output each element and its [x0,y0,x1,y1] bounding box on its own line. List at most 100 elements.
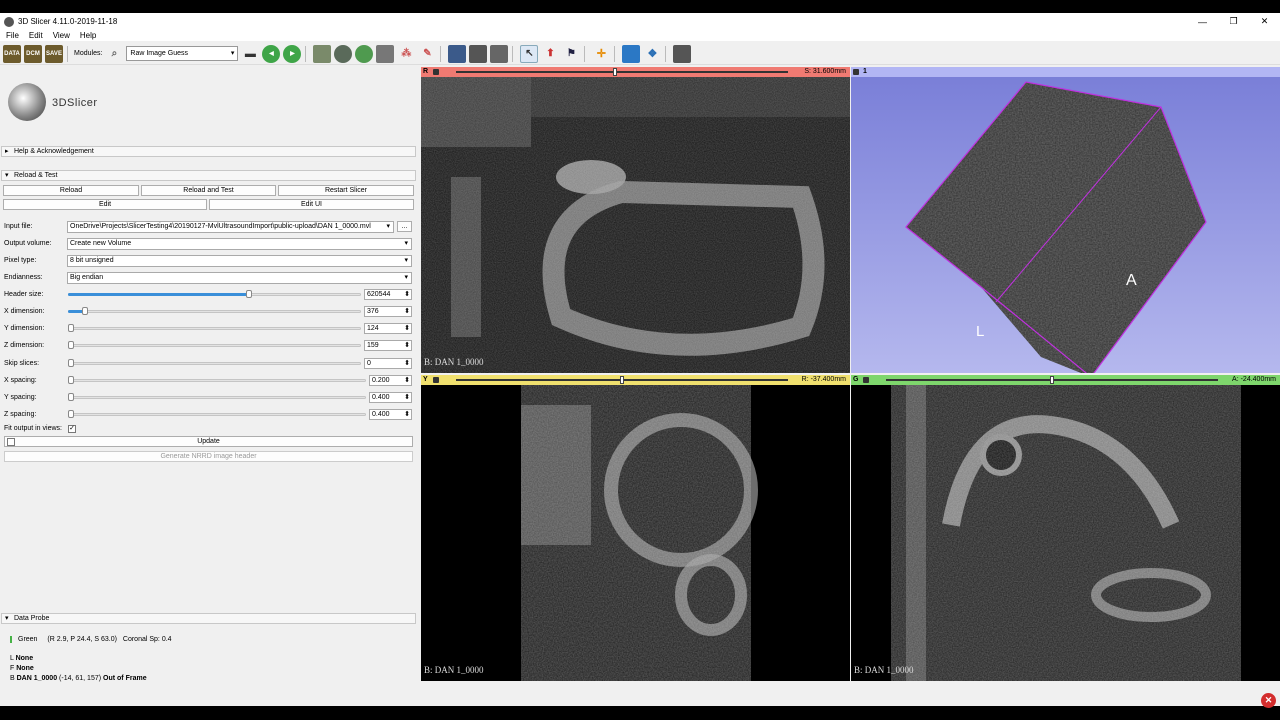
header-size-spinbox[interactable]: 620544 [364,289,412,300]
search-icon[interactable]: ⌕ [105,45,123,63]
input-file-field[interactable]: OneDrive\Projects\SlicerTesting4\2019012… [67,221,394,233]
header-size-slider[interactable] [68,288,361,300]
menu-view[interactable]: View [53,31,70,40]
skip-slices-slider[interactable] [68,357,361,369]
green-offset-handle[interactable] [1050,376,1054,384]
y-spacing-label: Y spacing: [4,394,37,401]
header-size-label: Header size: [4,291,44,298]
x-spacing-spinbox[interactable]: 0.200 [369,375,412,386]
restart-button[interactable]: Restart Slicer [278,185,414,196]
menu-edit[interactable]: Edit [29,31,43,40]
generate-nrrd-button[interactable]: Generate NRRD image header [4,451,413,462]
python-console-icon[interactable]: ❖ [643,45,661,63]
minimize-button[interactable]: — [1187,13,1218,30]
3d-view[interactable]: 1 A L [851,67,1280,373]
y-spacing-slider[interactable] [68,391,366,403]
update-button[interactable]: Update [4,436,413,447]
probe-background-name: DAN 1_0000 [16,675,58,682]
reload-section-header[interactable]: Reload & Test [1,170,416,181]
3d-render[interactable]: A L [851,77,1280,373]
dicom-button[interactable]: DCM [24,44,42,63]
reload-test-button[interactable]: Reload and Test [141,185,276,196]
skip-slices-label: Skip slices: [4,360,40,367]
yellow-offset-handle[interactable] [620,376,624,384]
output-volume-select[interactable]: Create new Volume [67,238,412,250]
red-offset-handle[interactable] [613,68,617,76]
red-offset-slider[interactable] [456,71,788,73]
z-spacing-slider[interactable] [68,408,366,420]
green-slice-view[interactable]: G A: -24.400mm B: DAN 1_0000 [851,375,1280,681]
red-pin-icon[interactable] [433,69,439,75]
z-dimension-slider[interactable] [68,339,361,351]
green-pin-icon[interactable] [863,377,869,383]
3d-view-name: 1 [863,68,867,75]
browse-button[interactable]: ... [397,221,412,232]
error-log-icon[interactable]: ✕ [1261,693,1276,708]
endianness-label: Endianness: [4,274,43,281]
fit-output-checkbox[interactable]: ✓ [68,425,76,433]
data-module-icon[interactable] [313,44,332,63]
place-fiducial-icon[interactable]: ⬆ [541,45,559,63]
slicer-window: 3D Slicer 4.11.0-2019-11-18 — ❐ ✕ File E… [0,13,1280,708]
z-spacing-spinbox[interactable]: 0.400 [369,409,412,420]
red-slice-view[interactable]: R S: 31.600mm B: DAN 1_0000 [421,67,850,373]
back-arrow-icon[interactable]: ◀ [262,44,281,63]
x-dimension-slider[interactable] [68,305,361,317]
volumes-module-icon[interactable] [334,44,353,63]
red-offset-value: S: 31.600mm [804,68,846,75]
models-module-icon[interactable] [355,44,374,63]
pixel-type-select[interactable]: 8 bit unsigned [67,255,412,267]
3d-pin-icon[interactable] [853,69,859,75]
screenshot-icon[interactable] [448,44,467,63]
x-spacing-slider[interactable] [68,374,366,386]
markups-module-icon[interactable]: ⁂ [397,45,415,63]
green-view-volume-label: B: DAN 1_0000 [854,665,914,675]
input-file-label: Input file: [4,223,33,230]
help-section-header[interactable]: Help & Acknowledgement [1,146,416,157]
skip-slices-spinbox[interactable]: 0 [364,358,412,369]
yellow-slice-view[interactable]: Y R: -37.400mm B: DAN 1_0000 [421,375,850,681]
module-history-icon[interactable]: ▬ [241,45,259,63]
x-dimension-label: X dimension: [4,308,45,315]
close-button[interactable]: ✕ [1249,13,1280,30]
z-dimension-label: Z dimension: [4,342,45,349]
yellow-pin-icon[interactable] [433,377,439,383]
crosshair-icon[interactable]: ✛ [592,45,610,63]
layout-icon[interactable] [673,44,692,63]
reload-button[interactable]: Reload [3,185,139,196]
forward-arrow-icon[interactable]: ▶ [283,44,302,63]
endianness-select[interactable]: Big endian [67,272,412,284]
extension-manager-icon[interactable] [622,44,641,63]
output-volume-label: Output volume: [4,240,52,247]
update-auto-checkbox[interactable] [7,438,15,446]
probe-foreground-value: None [16,665,34,672]
maximize-button[interactable]: ❐ [1218,13,1249,30]
menu-help[interactable]: Help [80,31,96,40]
x-dimension-spinbox[interactable]: 376 [364,306,412,317]
probe-coords: (R 2.9, P 24.4, S 63.0) [47,636,117,643]
crosshair-view-icon[interactable] [490,44,509,63]
green-offset-value: A: -24.400mm [1232,376,1276,383]
z-dimension-spinbox[interactable]: 159 [364,340,412,351]
segment-editor-icon[interactable]: ✎ [418,45,436,63]
edit-button[interactable]: Edit [3,199,207,210]
module-selector[interactable]: Raw Image Guess [126,46,239,61]
load-data-button[interactable]: DATA [3,44,21,63]
layout-flag-icon[interactable]: ⚑ [562,45,580,63]
extensions-icon[interactable] [469,44,488,63]
y-dimension-spinbox[interactable]: 124 [364,323,412,334]
data-probe-header[interactable]: Data Probe [1,613,416,624]
green-slice-image[interactable]: B: DAN 1_0000 [851,385,1280,681]
module-selected: Raw Image Guess [130,50,188,57]
menu-file[interactable]: File [6,31,19,40]
edit-ui-button[interactable]: Edit UI [209,199,414,210]
yellow-slice-image[interactable]: B: DAN 1_0000 [421,385,850,681]
y-spacing-spinbox[interactable]: 0.400 [369,392,412,403]
y-dimension-slider[interactable] [68,322,361,334]
pointer-mode-icon[interactable]: ↖ [520,44,539,63]
window-title: 3D Slicer 4.11.0-2019-11-18 [18,17,118,26]
red-slice-image[interactable]: B: DAN 1_0000 [421,77,850,373]
save-button[interactable]: SAVE [45,44,63,63]
title-bar: 3D Slicer 4.11.0-2019-11-18 — ❐ ✕ [0,13,1280,30]
transforms-module-icon[interactable] [376,44,395,63]
